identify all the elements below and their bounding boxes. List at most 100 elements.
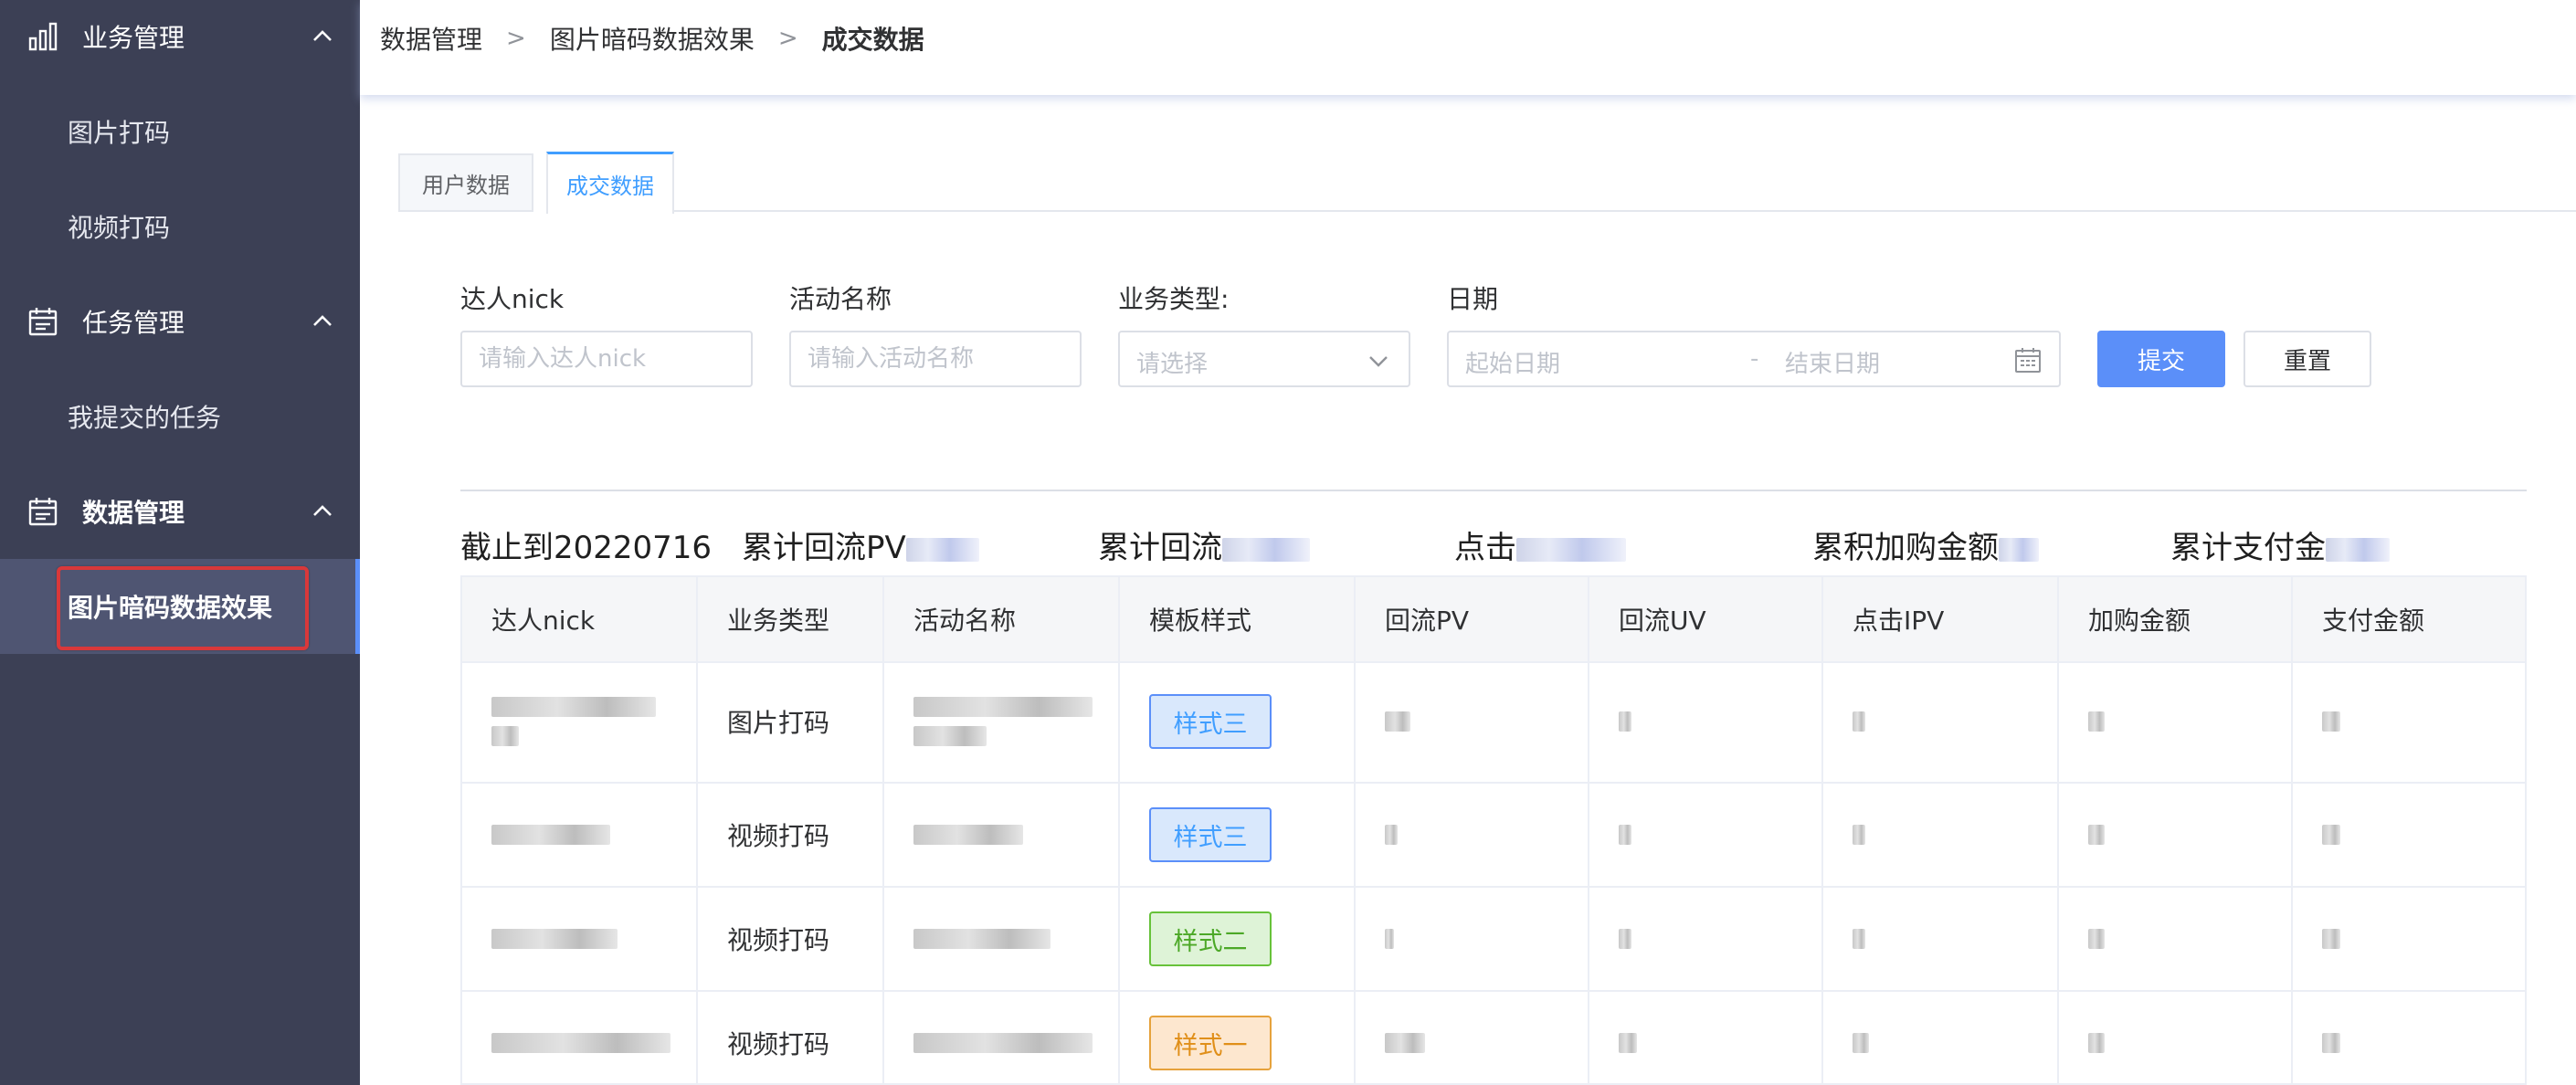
cell-activity [884,784,1120,886]
cell-nick [462,784,698,886]
chevron-up-icon [311,310,334,333]
calendar-icon [27,496,58,527]
column-header[interactable]: 回流UV [1589,577,1823,661]
table-row: 视频打码 样式二 [462,888,2525,992]
redacted-value [1999,537,2039,562]
column-header[interactable]: 点击IPV [1823,577,2059,661]
cell-template-style: 样式三 [1120,784,1356,886]
sidebar-group-business[interactable]: 业务管理 [0,0,360,84]
redacted-value [1385,825,1398,845]
redacted-value [913,1033,1093,1053]
redacted-value [2322,1033,2340,1053]
cell-ipv [1823,888,2059,990]
reset-button[interactable]: 重置 [2243,331,2371,387]
submit-button[interactable]: 提交 [2097,331,2225,387]
redacted-value [491,929,618,949]
sidebar-group-tasks[interactable]: 任务管理 [0,274,360,369]
calendar-icon[interactable] [2013,345,2043,374]
chevron-up-icon [311,25,334,48]
nick-input[interactable] [460,331,753,387]
biz-type-label: 业务类型: [1118,284,1230,314]
sidebar-item-my-tasks[interactable]: 我提交的任务 [0,369,360,464]
date-separator: - [1750,345,1759,373]
calendar-icon [27,306,58,337]
cell-cart-amount [2059,992,2293,1083]
column-header[interactable]: 业务类型 [698,577,884,661]
sidebar-group-label: 业务管理 [82,23,185,53]
cell-cart-amount [2059,888,2293,990]
cell-pay-amount [2293,888,2525,990]
redacted-value [1619,825,1631,845]
start-date-input[interactable]: 起始日期 [1465,345,1560,379]
cell-activity [884,661,1120,782]
breadcrumb: 数据管理 > 图片暗码数据效果 > 成交数据 [380,20,924,57]
redacted-value [913,697,1093,717]
tab-user-data[interactable]: 用户数据 [398,153,533,212]
tab-deal-data[interactable]: 成交数据 [546,152,674,214]
cell-pay-amount [2293,992,2525,1083]
cell-pv [1356,661,1589,782]
end-date-input[interactable]: 结束日期 [1785,345,1880,379]
summary-click: 点击 [1454,522,1626,567]
column-header[interactable]: 活动名称 [884,577,1120,661]
sidebar-item-label: 我提交的任务 [68,403,222,433]
sidebar-group-label: 任务管理 [82,308,185,338]
column-header[interactable]: 支付金额 [2293,577,2525,661]
style-tag[interactable]: 样式一 [1149,1016,1272,1070]
summary-pv: 累计回流PV [742,522,979,567]
redacted-value [2088,1033,2105,1053]
cell-pv [1356,784,1589,886]
redacted-value [1853,1033,1869,1053]
column-header[interactable]: 加购金额 [2059,577,2293,661]
activity-label: 活动名称 [789,284,892,314]
summary-uv-label: 累计回流 [1098,530,1222,566]
sidebar-item-video-mask[interactable]: 视频打码 [0,179,360,274]
sidebar: 业务管理 图片打码 视频打码 任务管理 我提交的任务 数据管理 图片暗码数据效果 [0,0,360,1085]
cell-ipv [1823,784,2059,886]
cell-activity [884,992,1120,1083]
chevron-right-icon: > [777,25,798,52]
column-header[interactable]: 回流PV [1356,577,1589,661]
cell-pv [1356,992,1589,1083]
chevron-down-icon [1367,349,1390,373]
cell-ipv [1823,661,2059,782]
cell-pay-amount [2293,784,2525,886]
biz-type-select[interactable]: 请选择 [1118,331,1410,387]
sidebar-group-label: 数据管理 [82,498,185,528]
summary-pay: 累计支付金 [2170,522,2390,567]
style-tag[interactable]: 样式三 [1149,694,1272,749]
table-row: 视频打码 样式一 [462,992,2525,1083]
cell-biz-type: 视频打码 [698,784,884,886]
sidebar-item-image-mask[interactable]: 图片打码 [0,84,360,179]
style-tag[interactable]: 样式二 [1149,911,1272,966]
cell-nick [462,661,698,782]
redacted-value [2088,929,2105,949]
tabs: 用户数据 成交数据 [398,150,2576,214]
redacted-value [913,929,1050,949]
section-divider [460,490,2527,491]
cell-cart-amount [2059,661,2293,782]
summary-click-label: 点击 [1454,530,1516,566]
column-header[interactable]: 模板样式 [1120,577,1356,661]
cell-cart-amount [2059,784,2293,886]
activity-input[interactable] [789,331,1082,387]
highlight-annotation-box [57,566,309,650]
chevron-up-icon [311,500,334,523]
cell-pay-amount [2293,661,2525,782]
breadcrumb-current: 成交数据 [821,25,924,55]
breadcrumb-item-watermark-effect[interactable]: 图片暗码数据效果 [550,20,755,57]
date-range-picker[interactable]: 起始日期 - 结束日期 [1447,331,2061,387]
column-header[interactable]: 达人nick [462,577,698,661]
chevron-right-icon: > [506,25,526,52]
tabs-divider [674,210,2576,212]
redacted-value [1516,537,1626,562]
sidebar-group-data[interactable]: 数据管理 [0,464,360,559]
redacted-value [913,726,987,746]
nick-label: 达人nick [460,284,565,314]
cell-pv [1356,888,1589,990]
style-tag[interactable]: 样式三 [1149,807,1272,862]
redacted-value [491,697,656,717]
breadcrumb-item-data-management[interactable]: 数据管理 [380,20,482,57]
redacted-value [1853,711,1865,732]
redacted-value [2322,711,2340,732]
